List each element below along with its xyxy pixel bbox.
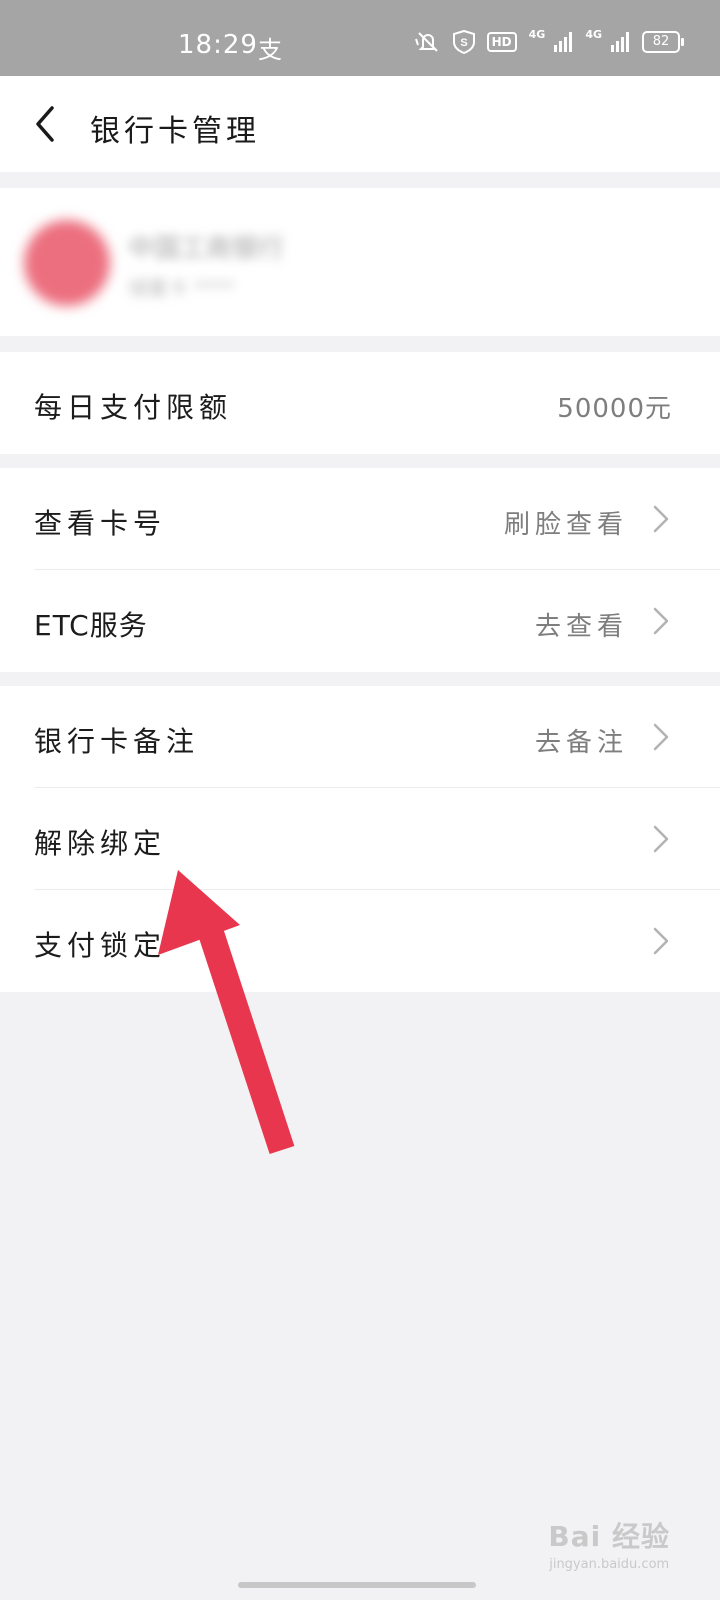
view-card-number-label: 查看卡号 [34, 507, 167, 540]
svg-text:S: S [460, 37, 467, 49]
network-type-2: 4G [585, 27, 602, 41]
battery-icon: 82 [642, 31, 684, 53]
status-time: 18:29 [178, 30, 258, 60]
watermark: Bai 经验 jingyan.baidu.com [548, 1515, 670, 1572]
bank-name: 中国工商银行 [128, 234, 285, 264]
status-icons: S HD 4G 4G 82 [414, 27, 684, 54]
mute-bell-icon [414, 32, 438, 52]
hd-voice-badge: HD [486, 32, 517, 52]
vpn-shield-icon: S [452, 30, 475, 54]
chevron-right-icon [653, 723, 669, 751]
nav-bar: 银行卡管理 [0, 76, 720, 172]
signal-icon [611, 32, 629, 52]
daily-limit-row: 每日支付限额 50000元 [0, 352, 720, 454]
alipay-notification-icon: 支 [258, 36, 282, 64]
network-type-1: 4G [528, 27, 546, 41]
unbind-card-label: 解除绑定 [34, 827, 167, 860]
page-title: 银行卡管理 [90, 114, 260, 149]
bank-card-detail: 储蓄卡 **** [128, 276, 235, 300]
chevron-left-icon[interactable] [26, 102, 66, 146]
home-indicator[interactable] [238, 1582, 476, 1588]
chevron-right-icon [653, 927, 669, 955]
watermark-logo: Bai 经验 [548, 1520, 670, 1553]
chevron-right-icon [653, 505, 669, 533]
card-note-row[interactable]: 银行卡备注 去备注 [0, 686, 720, 788]
view-card-number-row[interactable]: 查看卡号 刷脸查看 [0, 468, 720, 570]
limit-group: 每日支付限额 50000元 [0, 352, 720, 454]
daily-limit-label: 每日支付限额 [34, 391, 233, 424]
card-actions-group: 查看卡号 刷脸查看 ETC服务 去查看 [0, 468, 720, 672]
chevron-right-icon [653, 825, 669, 853]
view-card-number-value: 刷脸查看 [503, 510, 628, 540]
chevron-right-icon [653, 607, 669, 635]
card-note-label: 银行卡备注 [34, 725, 200, 758]
status-bar: 18:29 支 S HD 4G 4G 82 [0, 0, 720, 76]
unbind-card-row[interactable]: 解除绑定 [0, 788, 720, 890]
bank-logo [24, 220, 110, 306]
card-settings-group: 银行卡备注 去备注 解除绑定 支付锁定 [0, 686, 720, 992]
payment-lock-label: 支付锁定 [34, 929, 167, 962]
card-note-value: 去备注 [534, 728, 628, 758]
watermark-url: jingyan.baidu.com [549, 1557, 670, 1572]
etc-service-row[interactable]: ETC服务 去查看 [0, 570, 720, 672]
screen: 18:29 支 S HD 4G 4G 82 银行卡管理 中国工商银行 储蓄卡 *… [0, 0, 720, 1600]
bank-card-info: 中国工商银行 储蓄卡 **** [0, 188, 720, 336]
daily-limit-value: 50000元 [557, 394, 672, 424]
etc-service-value: 去查看 [534, 612, 628, 642]
payment-lock-row[interactable]: 支付锁定 [0, 890, 720, 992]
etc-service-label: ETC服务 [34, 609, 148, 642]
signal-icon [554, 32, 573, 52]
